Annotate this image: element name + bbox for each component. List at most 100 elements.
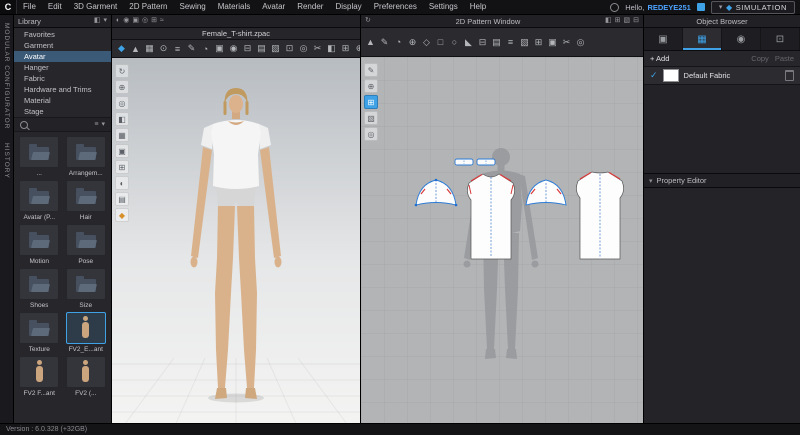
select-move-icon[interactable]: ▲: [129, 42, 142, 55]
show-texture-icon[interactable]: ▧: [364, 111, 378, 125]
focus-icon[interactable]: ◎: [115, 96, 129, 110]
button-icon[interactable]: ◉: [227, 42, 240, 55]
texture-editor-icon[interactable]: ▣: [546, 36, 559, 49]
search-icon[interactable]: [20, 120, 28, 129]
colorway-icon[interactable]: ◆: [115, 208, 129, 222]
menu-item[interactable]: Edit: [42, 0, 68, 14]
library-category[interactable]: Hanger: [14, 62, 111, 73]
edit-pattern-icon[interactable]: ✎: [364, 63, 378, 77]
menu-item[interactable]: Sewing: [174, 0, 212, 14]
menu-item[interactable]: Help: [464, 0, 492, 14]
show-stitch-icon[interactable]: ▤: [115, 192, 129, 206]
light-icon[interactable]: ◎: [142, 15, 148, 27]
tab-trim[interactable]: ⊡: [761, 28, 800, 50]
sort-icon[interactable]: ▾: [101, 119, 105, 131]
circle-tool-icon[interactable]: ○: [448, 36, 461, 49]
measure-icon[interactable]: ◎: [364, 127, 378, 141]
show-grid-icon[interactable]: ⊞: [615, 15, 621, 27]
free-sewing-icon[interactable]: ✎: [185, 42, 198, 55]
library-item-thumbnail[interactable]: [65, 180, 106, 212]
zoom-fit-icon[interactable]: ⊕: [115, 80, 129, 94]
menu-item[interactable]: Display: [329, 0, 367, 14]
show-pattern-icon[interactable]: ◧: [605, 15, 612, 27]
shade-mode-icon[interactable]: ◐: [115, 176, 129, 190]
paste-fabric-button[interactable]: Paste: [775, 54, 794, 63]
menu-item[interactable]: Preferences: [368, 0, 423, 14]
seam-allowance-icon[interactable]: ▤: [490, 36, 503, 49]
show-grid-icon[interactable]: ⊞: [151, 15, 157, 27]
library-item[interactable]: Avatar (P...: [17, 180, 62, 221]
library-category[interactable]: Favorites: [14, 29, 111, 40]
menu-item[interactable]: 2D Pattern: [123, 0, 173, 14]
library-item[interactable]: ...: [17, 136, 62, 177]
grading-icon[interactable]: ▧: [518, 36, 531, 49]
library-category[interactable]: Material: [14, 95, 111, 106]
library-item-thumbnail[interactable]: [65, 312, 106, 344]
fabric-swatch[interactable]: [662, 69, 679, 82]
pin-icon[interactable]: ◧: [94, 15, 101, 27]
scissors-icon[interactable]: ✂: [311, 42, 324, 55]
show-texture-icon[interactable]: ▧: [624, 15, 631, 27]
app-logo-icon[interactable]: C: [0, 0, 17, 14]
select-mesh-icon[interactable]: ▦: [143, 42, 156, 55]
tab-scene[interactable]: ▣: [644, 28, 683, 50]
library-item[interactable]: Size: [64, 268, 109, 309]
show-mesh-icon[interactable]: ▦: [115, 128, 129, 142]
library-category[interactable]: Garment: [14, 40, 111, 51]
sync-icon[interactable]: ↻: [365, 15, 371, 27]
camera-view-icon[interactable]: ▣: [132, 15, 139, 27]
rail-tab[interactable]: HISTORY: [3, 143, 10, 179]
library-item-thumbnail[interactable]: [65, 224, 106, 256]
tack-icon[interactable]: ≡: [504, 36, 517, 49]
library-item-thumbnail[interactable]: [65, 356, 106, 388]
copy-fabric-button[interactable]: Copy: [751, 54, 769, 63]
scissors-icon[interactable]: ✂: [560, 36, 573, 49]
render-style-icon[interactable]: ◐: [116, 15, 120, 27]
library-category[interactable]: Fabric: [14, 73, 111, 84]
library-item-thumbnail[interactable]: [19, 180, 60, 212]
library-item[interactable]: Pose: [64, 224, 109, 265]
library-item[interactable]: Shoes: [17, 268, 62, 309]
trash-icon[interactable]: [785, 70, 794, 81]
menu-item[interactable]: Avatar: [256, 0, 291, 14]
library-item[interactable]: FV2 (...: [64, 356, 109, 397]
segment-sewing-icon[interactable]: ≡: [171, 42, 184, 55]
fabric-row[interactable]: ✓ Default Fabric: [644, 67, 800, 85]
library-item-thumbnail[interactable]: [65, 268, 106, 300]
show-avatar-icon[interactable]: ◧: [115, 112, 129, 126]
library-item[interactable]: Hair: [64, 180, 109, 221]
menu-item[interactable]: Settings: [423, 0, 464, 14]
library-item[interactable]: Motion: [17, 224, 62, 265]
fabric-texture-icon[interactable]: ▧: [269, 42, 282, 55]
simulate-icon[interactable]: ◆: [115, 42, 128, 55]
notification-icon[interactable]: [610, 2, 620, 12]
library-item-thumbnail[interactable]: [65, 136, 106, 168]
add-point-icon[interactable]: ⊕: [364, 79, 378, 93]
flatten-icon[interactable]: ⊞: [339, 42, 352, 55]
library-category[interactable]: Avatar: [14, 51, 111, 62]
solidify-icon[interactable]: ▣: [213, 42, 226, 55]
avatar-display-icon[interactable]: ◧: [325, 42, 338, 55]
transform-pattern-icon[interactable]: ▲: [364, 36, 377, 49]
tab-button[interactable]: ◉: [722, 28, 761, 50]
render-style-icon[interactable]: ▣: [115, 144, 129, 158]
dart-tool-icon[interactable]: ◣: [462, 36, 475, 49]
show-avatar-icon[interactable]: ◉: [123, 15, 129, 27]
simulation-button[interactable]: ▾ ◆ SIMULATION: [710, 0, 795, 14]
pattern-piece-front-bodice[interactable]: [467, 173, 515, 260]
wind-icon[interactable]: ≈: [160, 15, 164, 27]
notch-icon[interactable]: ⊟: [476, 36, 489, 49]
3d-viewport[interactable]: ↻ ⊕ ◎ ◧ ▦ ▣ ⊞ ◐ ▤ ◆: [112, 58, 360, 423]
rectangle-tool-icon[interactable]: □: [434, 36, 447, 49]
menu-item[interactable]: Materials: [212, 0, 256, 14]
topstitch-icon[interactable]: ▤: [255, 42, 268, 55]
edit-pattern-icon[interactable]: ✎: [378, 36, 391, 49]
library-item-thumbnail[interactable]: [19, 312, 60, 344]
menu-item[interactable]: File: [17, 0, 42, 14]
2d-pattern-canvas[interactable]: ✎ ⊕ ⊞ ▧ ◎: [361, 57, 643, 423]
collapse-panel-icon[interactable]: ▾: [103, 15, 107, 27]
show-grid-icon[interactable]: ⊞: [364, 95, 378, 109]
gift-icon[interactable]: [696, 3, 705, 11]
show-grid-icon[interactable]: ⊞: [115, 160, 129, 174]
edit-curvature-icon[interactable]: ◔: [392, 36, 405, 49]
